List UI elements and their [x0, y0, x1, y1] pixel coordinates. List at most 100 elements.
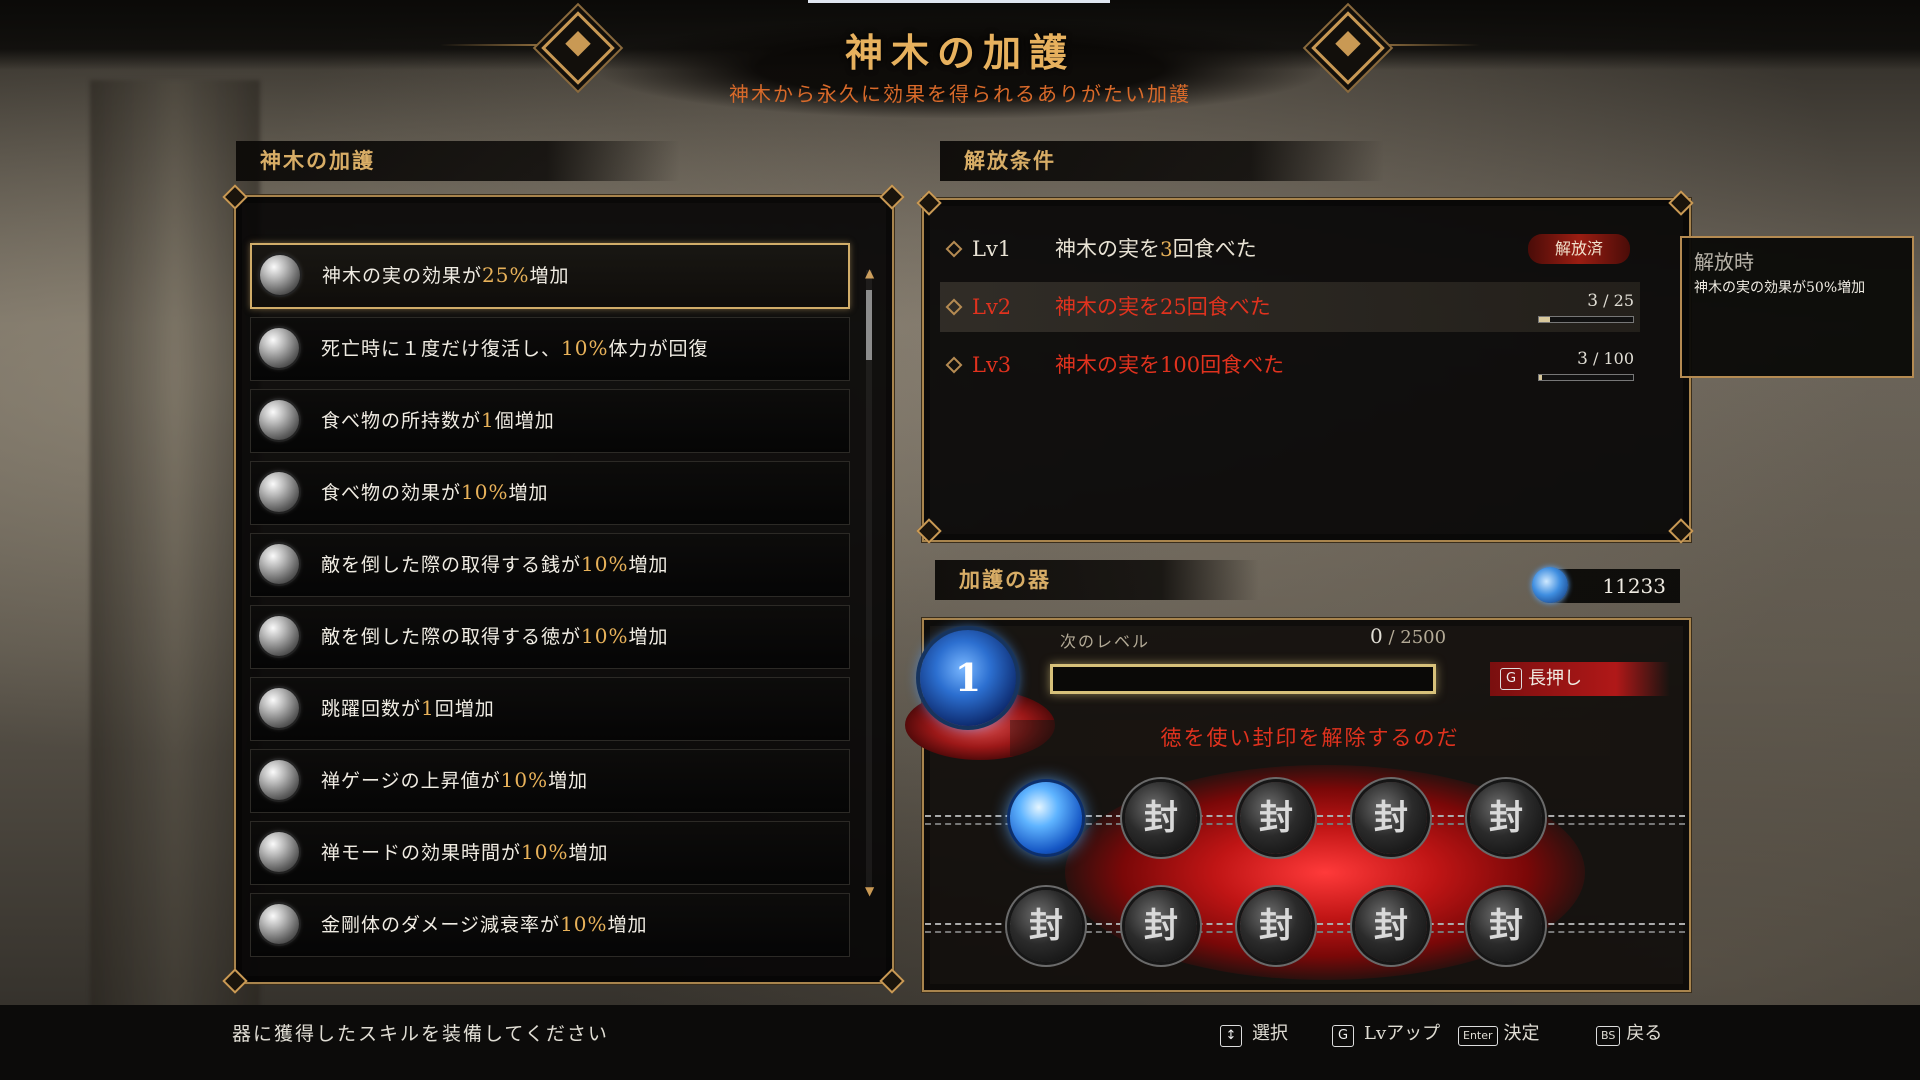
skill-orb-icon [259, 760, 299, 800]
unlock-conditions-heading: 解放条件 [940, 141, 1384, 181]
blessing-row[interactable]: 神木の実の効果が25%増加 [250, 243, 850, 309]
blessing-row[interactable]: 敵を倒した際の取得する銭が10%増加 [250, 533, 850, 597]
blessing-row[interactable]: 禅ゲージの上昇値が10%増加 [250, 749, 850, 813]
condition-level: Lv2 [972, 295, 1012, 319]
blessing-row[interactable]: 死亡時に１度だけ復活し、10%体力が回復 [250, 317, 850, 381]
unlocked-slot-orb[interactable] [1010, 782, 1082, 854]
skill-orb-icon [259, 400, 299, 440]
top-highlight-strip [808, 0, 1110, 3]
seal-kanji: 封 [1489, 798, 1523, 838]
virtue-amount: 11233 [1602, 574, 1666, 598]
condition-text: 神木の実を25回食べた [1055, 295, 1271, 319]
blessing-text: 神木の実の効果が25%増加 [322, 263, 570, 287]
blessing-text: 敵を倒した際の取得する徳が10%増加 [321, 624, 669, 648]
sealed-slot[interactable]: 封 [1010, 890, 1082, 962]
blessing-text: 死亡時に１度だけ復活し、10%体力が回復 [321, 336, 709, 360]
seal-kanji: 封 [1374, 798, 1408, 838]
skill-orb-icon [259, 832, 299, 872]
blessing-row[interactable]: 食べ物の効果が10%増加 [250, 461, 850, 525]
hold-label: 長押し [1528, 668, 1582, 689]
footer-hint: 器に獲得したスキルを装備してください [232, 1023, 609, 1045]
skill-orb-icon [259, 328, 299, 368]
condition-text: 神木の実を100回食べた [1055, 353, 1285, 377]
blessing-text: 跳躍回数が1回増加 [321, 696, 495, 720]
condition-row-lv1[interactable]: Lv1 神木の実を3回食べた 解放済 [940, 224, 1640, 274]
row-diamond-icon [945, 298, 963, 316]
condition-progress-fill [1539, 317, 1551, 322]
blessing-list-scrollbar[interactable] [866, 270, 872, 890]
blessing-row[interactable]: 敵を倒した際の取得する徳が10%増加 [250, 605, 850, 669]
condition-level: Lv1 [972, 237, 1012, 261]
virtue-orb-icon [1532, 567, 1568, 603]
vessel-heading: 加護の器 [935, 560, 1259, 600]
skill-orb-icon [260, 255, 300, 295]
condition-row-lv2[interactable]: Lv2 神木の実を25回食べた 3 / 25 [940, 282, 1640, 332]
sealed-slot[interactable]: 封 [1125, 782, 1197, 854]
blessing-row[interactable]: 食べ物の所持数が1個増加 [250, 389, 850, 453]
condition-level: Lv3 [972, 353, 1012, 377]
sealed-slot[interactable]: 封 [1355, 890, 1427, 962]
sealed-slot[interactable]: 封 [1355, 782, 1427, 854]
condition-row-lv3[interactable]: Lv3 神木の実を100回食べた 3 / 100 [940, 340, 1640, 390]
skill-orb-icon [259, 904, 299, 944]
seal-kanji: 封 [1029, 906, 1063, 946]
blessing-row[interactable]: 金剛体のダメージ減衰率が10%増加 [250, 893, 850, 957]
blessing-row[interactable]: 跳躍回数が1回増加 [250, 677, 850, 741]
blessing-text: 敵を倒した際の取得する銭が10%増加 [321, 552, 669, 576]
scroll-thumb[interactable] [866, 290, 872, 360]
seal-grid: 封封封封封封封封封 [925, 760, 1685, 985]
seal-kanji: 封 [1259, 906, 1293, 946]
blessing-text: 金剛体のダメージ減衰率が10%増加 [321, 912, 648, 936]
row-diamond-icon [945, 240, 963, 258]
control-back[interactable]: BS 戻る [1592, 1019, 1662, 1046]
blessing-list: 神木の実の効果が25%増加死亡時に１度だけ復活し、10%体力が回復 食べ物の所持数… [250, 243, 850, 965]
virtue-currency: 11233 [1532, 567, 1680, 603]
sealed-slot[interactable]: 封 [1125, 890, 1197, 962]
tooltip-title: 解放時 [1694, 250, 1754, 274]
seal-kanji: 封 [1374, 906, 1408, 946]
seal-kanji: 封 [1144, 906, 1178, 946]
seal-kanji: 封 [1259, 798, 1293, 838]
blessing-row[interactable]: 禅モードの効果時間が10%増加 [250, 821, 850, 885]
sealed-slot[interactable]: 封 [1240, 782, 1312, 854]
g-key-icon: G [1500, 668, 1522, 690]
page-subtitle: 神木から永久に効果を得られるありがたい加護 [729, 82, 1191, 106]
control-confirm[interactable]: Enter 決定 [1454, 1019, 1540, 1046]
enter-key-icon: Enter [1458, 1026, 1498, 1046]
blessing-text: 食べ物の所持数が1個増加 [321, 408, 555, 432]
condition-text: 神木の実を3回食べた [1055, 237, 1257, 261]
sealed-slot[interactable]: 封 [1240, 890, 1312, 962]
condition-progress: 3 / 25 [1524, 282, 1634, 332]
page-title: 神木の加護 [844, 30, 1075, 75]
skill-orb-icon [259, 544, 299, 584]
blessing-text: 禅モードの効果時間が10%増加 [321, 840, 609, 864]
condition-progress: 3 / 100 [1524, 340, 1634, 390]
condition-progress-bar [1538, 374, 1634, 381]
seal-kanji: 封 [1489, 906, 1523, 946]
unlocked-badge: 解放済 [1528, 234, 1630, 264]
next-level-value: 0 / 2500 [1370, 624, 1447, 648]
seal-kanji: 封 [1144, 798, 1178, 838]
condition-progress-fill [1539, 375, 1542, 380]
blessing-list-heading: 神木の加護 [236, 141, 680, 181]
footer-bar: 器に獲得したスキルを装備してください ↕ 選択 G Lvアップ Enter 決定 BS… [0, 1005, 1920, 1080]
skill-orb-icon [259, 616, 299, 656]
skill-orb-icon [259, 688, 299, 728]
blessing-text: 食べ物の効果が10%増加 [321, 480, 549, 504]
control-select[interactable]: ↕ 選択 [1220, 1019, 1288, 1047]
row-diamond-icon [945, 356, 963, 374]
g-key-icon: G [1332, 1025, 1354, 1047]
hold-to-level-button[interactable]: G 長押し [1490, 662, 1670, 696]
sealed-slot[interactable]: 封 [1470, 890, 1542, 962]
condition-progress-bar [1538, 316, 1634, 323]
next-level-bar [1050, 664, 1436, 694]
scroll-down-icon[interactable]: ▼ [865, 884, 874, 898]
control-lvup[interactable]: G Lvアップ [1332, 1019, 1440, 1047]
unlock-tooltip: 解放時 神木の実の効果が50%増加 [1680, 236, 1914, 378]
seal-message: 徳を使い封印を解除するのだ [1010, 720, 1610, 756]
vessel-level: 1 [954, 655, 982, 700]
sealed-slot[interactable]: 封 [1470, 782, 1542, 854]
blessing-text: 禅ゲージの上昇値が10%増加 [321, 768, 589, 792]
skill-orb-icon [259, 472, 299, 512]
bs-key-icon: BS [1596, 1026, 1621, 1046]
